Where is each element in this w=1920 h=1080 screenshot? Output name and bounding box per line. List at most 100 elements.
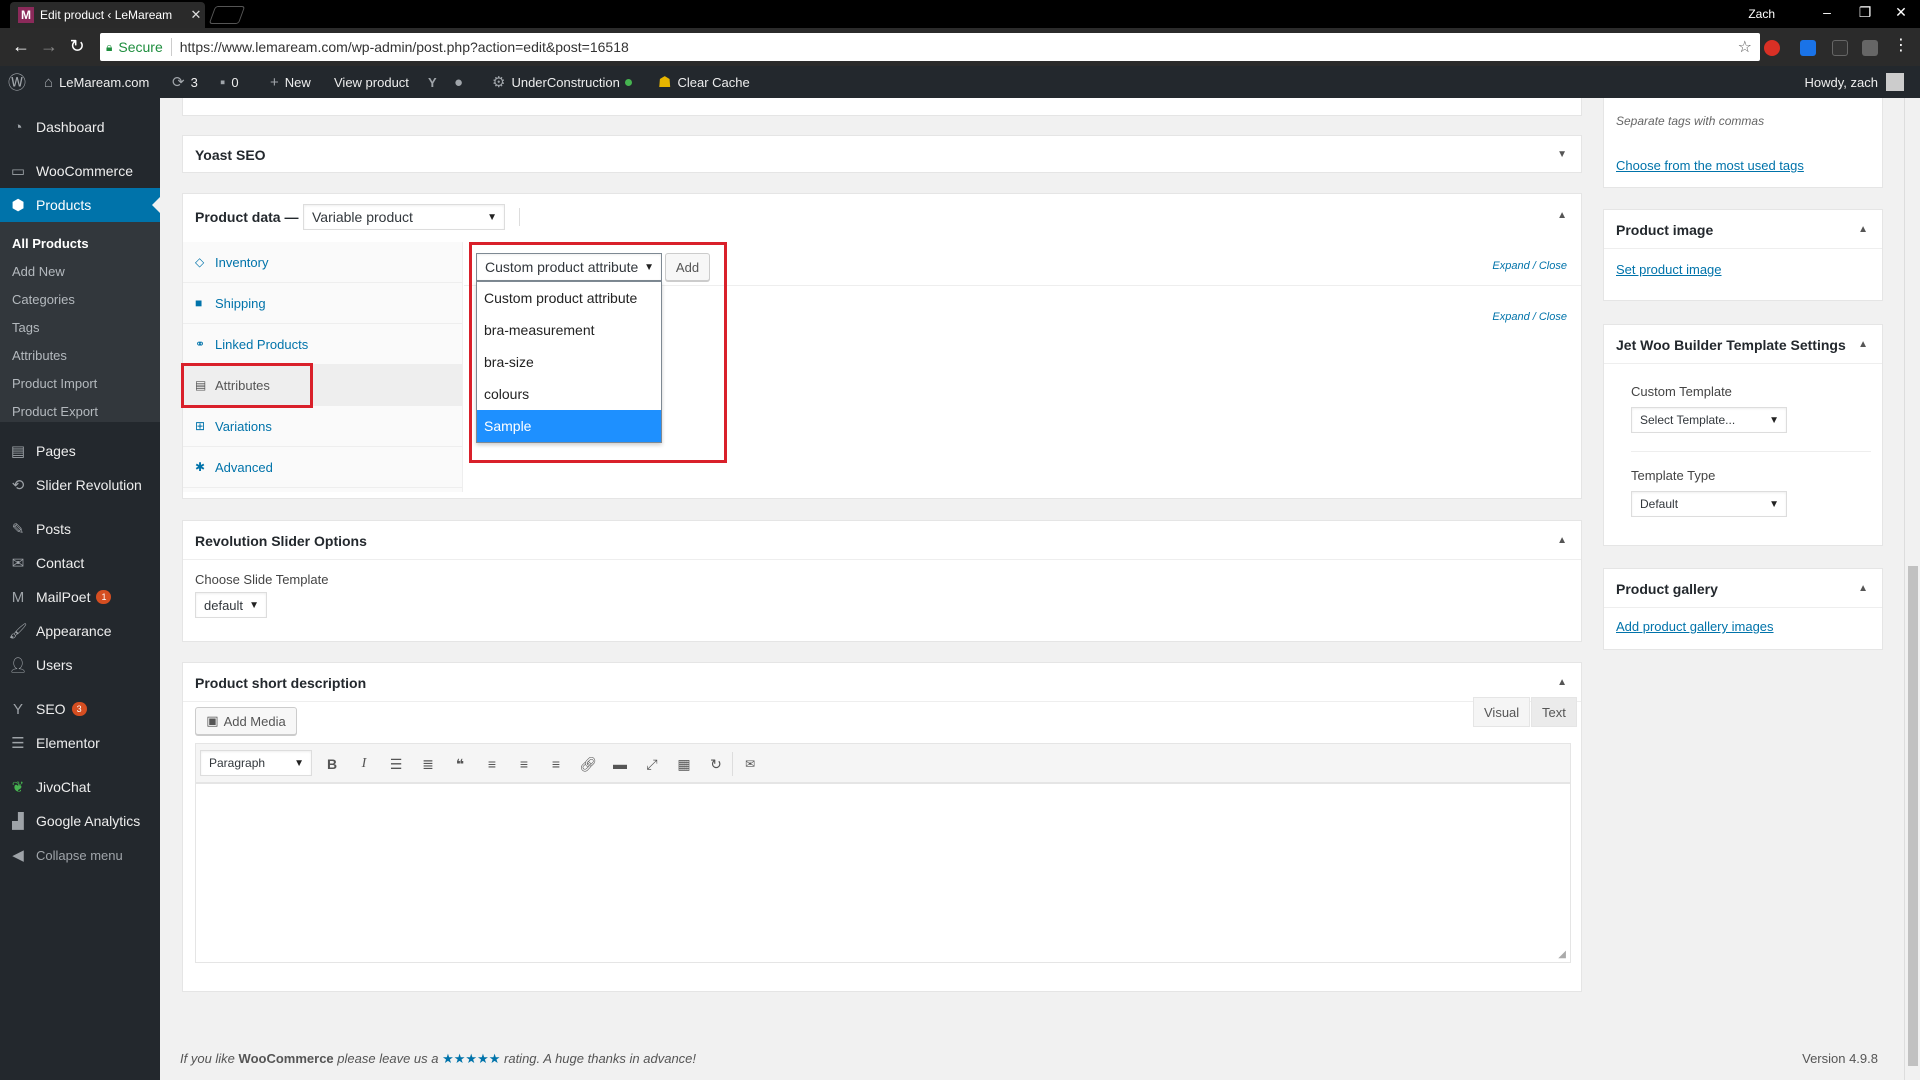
new-tab-button[interactable] [208,6,246,24]
align-left-icon[interactable]: ≡ [480,753,504,775]
resize-handle-icon[interactable]: ◢ [1558,949,1566,960]
back-icon[interactable]: ← [10,36,32,56]
expand-close-link[interactable]: Expand / Close [1492,311,1567,323]
tab-variations[interactable]: ⊞ Variations [183,406,463,447]
menu-elementor[interactable]: ☰ Elementor [0,726,160,760]
chevron-down-icon[interactable]: ▼ [1557,149,1567,160]
user-icon: 👤︎ [8,657,28,674]
mail-icon[interactable]: ✉ [738,753,762,775]
blockquote-icon[interactable]: ❝ [448,753,472,775]
close-tab-icon[interactable]: ✕ [187,7,205,23]
tab-text[interactable]: Text [1531,697,1577,727]
address-bar[interactable]: 🔒︎ Secure https://www.lemaream.com/wp-ad… [100,33,1760,61]
toolbar-toggle-icon[interactable]: ▦ [672,753,696,775]
menu-dashboard[interactable]: ◔ Dashboard [0,110,160,144]
extension-icon[interactable] [1800,40,1816,56]
under-construction-link[interactable]: ⚙ UnderConstruction [492,66,632,98]
extension-icon[interactable] [1764,40,1780,56]
chevron-up-icon[interactable]: ▲ [1557,210,1567,221]
expand-close-link[interactable]: Expand / Close [1492,260,1567,272]
forward-icon[interactable]: → [38,36,60,56]
rating-stars-link[interactable]: ★★★★★ [442,1051,500,1066]
custom-template-select[interactable]: Select Template... ▼ [1631,407,1787,433]
updates-link[interactable]: ⟳ 3 [172,66,198,98]
tab-visual[interactable]: Visual [1473,697,1531,727]
restore-icon[interactable]: ❐ [1850,4,1880,21]
submenu-tags[interactable]: Tags [12,320,39,335]
site-name-link[interactable]: ⌂ LeMaream.com [44,66,149,98]
chevron-up-icon[interactable]: ▲ [1858,224,1868,235]
collapse-menu-button[interactable]: ◀ Collapse menu [0,838,160,872]
slide-template-select[interactable]: default ▼ [195,592,267,618]
browser-profile-name[interactable]: Zach [1748,7,1775,21]
my-account-link[interactable]: Howdy, zach [1805,66,1904,98]
read-more-icon[interactable]: ▬ [608,753,632,775]
menu-pages[interactable]: ▤ Pages [0,434,160,468]
view-product-link[interactable]: View product [334,66,409,98]
menu-jivochat[interactable]: ❦ JivoChat [0,770,160,804]
chevron-up-icon[interactable]: ▲ [1557,677,1567,688]
menu-contact[interactable]: ✉ Contact [0,546,160,580]
short-description-editor[interactable]: ◢ [195,783,1571,963]
menu-products[interactable]: ⬢ Products [0,188,160,222]
browser-tab[interactable]: M Edit product ‹ LeMaream ✕ [10,2,205,28]
submenu-product-export[interactable]: Product Export [12,404,98,419]
menu-users[interactable]: 👤︎ Users [0,648,160,682]
chevron-up-icon[interactable]: ▲ [1557,535,1567,546]
tab-advanced[interactable]: ✱ Advanced [183,447,463,488]
extension-icon[interactable] [1832,40,1848,56]
new-content-link[interactable]: + New [270,66,311,98]
menu-google-analytics[interactable]: ▟ Google Analytics [0,804,160,838]
shortcode-icon[interactable]: ↻ [704,753,728,775]
comments-link[interactable]: ▪ 0 [220,66,239,98]
submenu-product-import[interactable]: Product Import [12,376,97,391]
menu-seo[interactable]: Y SEO 3 [0,692,160,726]
browser-menu-icon[interactable]: ⋮ [1890,36,1912,56]
chevron-up-icon[interactable]: ▲ [1858,583,1868,594]
product-type-select[interactable]: Variable product ▼ [303,204,505,230]
tab-inventory[interactable]: ◇ Inventory [183,242,463,283]
submenu-attributes[interactable]: Attributes [12,348,67,363]
analytics-icon: ▟ [12,813,24,830]
submenu-add-new[interactable]: Add New [12,264,65,279]
submenu-all-products[interactable]: All Products [12,236,89,251]
chevron-down-icon: ▼ [1769,498,1779,510]
window-close-icon[interactable]: ✕ [1886,4,1916,21]
numbered-list-icon[interactable]: ≣ [416,753,440,775]
menu-appearance[interactable]: 🖌︎ Appearance [0,614,160,648]
menu-slider-revolution[interactable]: ⟲ Slider Revolution [0,468,160,502]
italic-icon[interactable]: I [352,753,376,775]
tab-shipping[interactable]: ■ Shipping [183,283,463,324]
camera-icon[interactable] [1862,40,1878,56]
seo-score-icon[interactable]: ● [454,66,463,98]
menu-mailpoet[interactable]: M MailPoet 1 [0,580,160,614]
most-used-tags-link[interactable]: Choose from the most used tags [1616,158,1804,173]
chevron-up-icon[interactable]: ▲ [1858,339,1868,350]
link-icon[interactable]: 🔗︎ [576,753,600,775]
bookmark-star-icon[interactable]: ☆ [1738,37,1752,57]
submenu-categories[interactable]: Categories [12,292,75,307]
yoast-icon[interactable]: Y [428,66,437,98]
wordpress-logo-icon[interactable]: Ⓦ [8,66,26,98]
add-gallery-images-link[interactable]: Add product gallery images [1616,619,1774,634]
format-select[interactable]: Paragraph ▼ [200,750,312,776]
bullet-list-icon[interactable]: ☰ [384,753,408,775]
yoast-seo-panel[interactable]: Yoast SEO ▼ [182,135,1582,173]
reload-icon[interactable]: ↻ [66,36,88,56]
tab-linked-products[interactable]: ⚭ Linked Products [183,324,463,365]
template-type-select[interactable]: Default ▼ [1631,491,1787,517]
fullscreen-icon[interactable]: ⤢ [640,753,664,775]
menu-woocommerce[interactable]: ▭ WooCommerce [0,154,160,188]
menu-posts[interactable]: ✎ Posts [0,512,160,546]
align-center-icon[interactable]: ≡ [512,753,536,775]
add-media-button[interactable]: ▣ Add Media [195,707,297,735]
bold-icon[interactable]: B [320,753,344,775]
align-right-icon[interactable]: ≡ [544,753,568,775]
url-text[interactable]: https://www.lemaream.com/wp-admin/post.p… [180,39,1738,55]
minimize-icon[interactable]: – [1812,4,1842,20]
set-product-image-link[interactable]: Set product image [1616,262,1722,277]
status-dot-icon [624,78,632,86]
clear-cache-link[interactable]: ☗ Clear Cache [658,66,750,98]
scrollbar-thumb[interactable] [1908,566,1918,1066]
page-scrollbar[interactable] [1904,98,1920,1080]
